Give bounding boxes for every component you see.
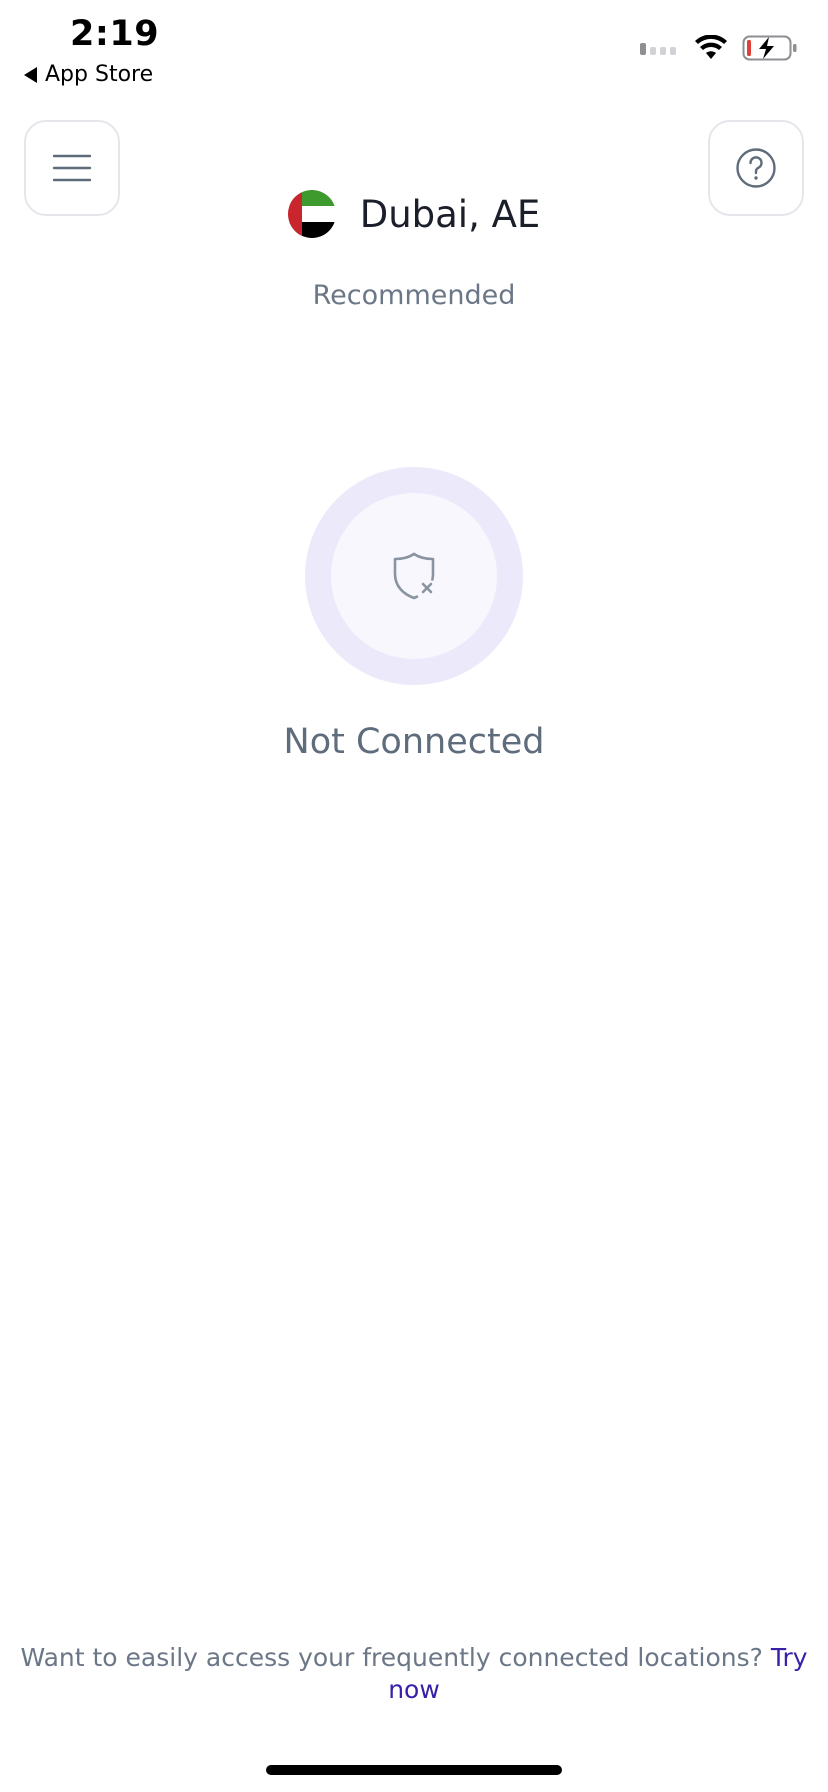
back-arrow-icon xyxy=(24,66,37,83)
back-label: App Store xyxy=(45,62,154,87)
signal-icon xyxy=(640,43,676,55)
connection-status: Not Connected xyxy=(283,722,545,762)
connect-button-inner xyxy=(331,493,497,659)
favorites-promo: Want to easily access your frequently co… xyxy=(0,1642,828,1706)
question-circle-icon xyxy=(736,148,776,188)
wifi-icon xyxy=(695,35,727,59)
home-indicator[interactable] xyxy=(266,1765,562,1775)
status-icons xyxy=(640,34,798,62)
battery-charging-icon xyxy=(742,35,797,61)
hamburger-menu-icon xyxy=(52,154,92,182)
connect-button[interactable] xyxy=(305,467,523,685)
promo-text: Want to easily access your frequently co… xyxy=(20,1643,763,1672)
back-to-app-store[interactable]: App Store xyxy=(24,62,153,87)
recommended-label: Recommended xyxy=(312,280,516,311)
vpn-home-screen: 2:19 App Store Dubai, AE Recommended Not… xyxy=(0,0,828,1792)
uae-flag-icon xyxy=(287,190,336,238)
location-name: Dubai, AE xyxy=(359,192,541,236)
location-selector[interactable]: Dubai, AE xyxy=(0,190,828,238)
status-time: 2:19 xyxy=(70,14,160,54)
shield-x-icon xyxy=(393,552,435,600)
